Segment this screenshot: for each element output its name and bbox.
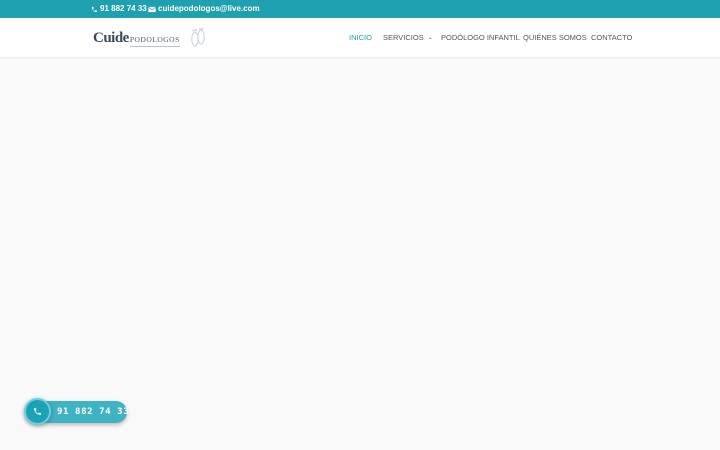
- logo-subtitle: PODOLOGOS: [129, 34, 180, 47]
- phone-icon: [34, 408, 41, 415]
- call-circle-button[interactable]: [24, 398, 51, 425]
- chevron-down-icon: ⌄: [427, 35, 433, 42]
- nav-label: CONTACTO: [591, 33, 633, 42]
- topbar-email-text: cuidepodologos@live.com: [158, 4, 260, 13]
- envelope-icon: [148, 6, 156, 12]
- nav-inicio[interactable]: INICIO: [349, 18, 372, 58]
- nav-podologo-infantil[interactable]: PODÓLOGO INFANTIL: [441, 18, 520, 58]
- topbar-phone-text: 91 882 74 33: [100, 4, 147, 13]
- main-content: [0, 59, 720, 450]
- nav-quienes-somos[interactable]: QUIÉNES SOMOS: [523, 18, 587, 58]
- topbar-email[interactable]: cuidepodologos@live.com: [148, 0, 260, 18]
- nav-servicios[interactable]: SERVICIOS ⌄: [383, 18, 433, 58]
- top-contact-bar: 91 882 74 33 cuidepodologos@live.com: [0, 0, 720, 18]
- nav-label: SERVICIOS: [383, 33, 424, 42]
- nav-label: QUIÉNES SOMOS: [523, 33, 587, 42]
- nav-label: PODÓLOGO INFANTIL: [441, 33, 520, 42]
- topbar-phone[interactable]: 91 882 74 33: [91, 0, 147, 18]
- nav-label: INICIO: [349, 33, 372, 42]
- phone-icon: [91, 6, 98, 12]
- site-logo[interactable]: Cuide PODOLOGOS: [93, 27, 208, 49]
- feet-icon: [191, 27, 205, 47]
- nav-contacto[interactable]: CONTACTO: [591, 18, 632, 58]
- call-button-phone: 91 882 74 33: [57, 407, 130, 417]
- logo-brand: Cuide: [93, 29, 129, 46]
